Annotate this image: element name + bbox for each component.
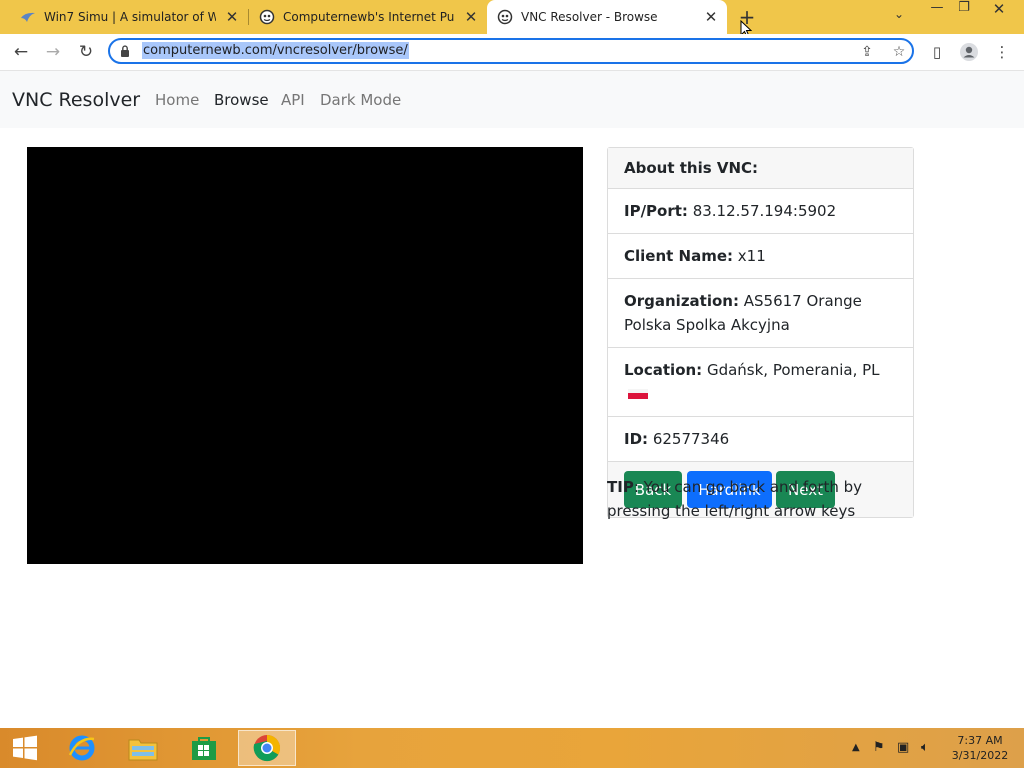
internet-explorer-icon [68, 735, 95, 761]
profile-avatar-icon[interactable] [957, 40, 981, 64]
action-center-flag-icon[interactable]: ⚑ [873, 740, 885, 755]
taskbar-chrome[interactable] [238, 730, 296, 766]
url-selection: computernewb.com/vncresolver/browse/ [142, 42, 409, 59]
taskbar-file-explorer[interactable] [115, 730, 171, 766]
volume-icon[interactable]: 🔈︎ [921, 740, 929, 755]
address-bar[interactable]: computernewb.com/vncresolver/browse/ ⇪ ☆ [108, 38, 914, 64]
tab-title: Win7 Simu | A simulator of Wind [44, 10, 216, 24]
poland-flag-icon [628, 389, 648, 401]
tray-expand-icon[interactable]: ▲ [852, 742, 860, 753]
site-brand[interactable]: VNC Resolver [12, 89, 140, 111]
nav-home[interactable]: Home [155, 91, 199, 109]
network-icon[interactable]: ▣ [897, 740, 909, 755]
close-icon[interactable]: ✕ [224, 9, 240, 25]
tip-text: TIP: You can go back and forth by pressi… [607, 475, 927, 523]
id-value: 62577346 [652, 430, 730, 448]
tab-title: VNC Resolver - Browse [521, 10, 658, 24]
tab-vnc-resolver[interactable]: VNC Resolver - Browse ✕ [487, 0, 727, 34]
nav-dark-mode[interactable]: Dark Mode [320, 91, 401, 109]
url-text[interactable]: computernewb.com/vncresolver/browse/ [142, 42, 409, 59]
windows-taskbar: ▲ ⚑ ▣ 🔈︎ 7:37 AM 3/31/2022 [0, 728, 1024, 768]
computernewb-favicon-icon [497, 9, 513, 25]
client-name-row: Client Name: x11 [608, 234, 913, 279]
close-window-button[interactable]: ✕ [985, 0, 1013, 24]
chrome-icon [253, 734, 281, 762]
clock-time: 7:37 AM [957, 734, 1003, 747]
tab-title: Computernewb's Internet Pub H [283, 10, 455, 24]
site-navbar: VNC Resolver Home Browse API Dark Mode [0, 71, 1024, 128]
nav-browse[interactable]: Browse [214, 91, 269, 109]
ip-port-row: IP/Port: 83.12.57.194:5902 [608, 189, 913, 234]
lock-icon [121, 45, 129, 57]
folder-icon [128, 739, 158, 761]
location-row: Location: Gdańsk, Pomerania, PL [608, 348, 913, 417]
close-icon[interactable]: ✕ [463, 9, 479, 25]
taskbar-internet-explorer[interactable] [54, 730, 110, 766]
browser-tab-strip: Win7 Simu | A simulator of Wind ✕ Comput… [0, 0, 1024, 38]
share-icon[interactable]: ⇪ [858, 43, 876, 61]
star-bookmark-icon[interactable]: ☆ [890, 43, 908, 61]
computernewb-favicon-icon [259, 9, 275, 25]
store-icon [192, 737, 216, 760]
back-arrow-button[interactable]: ← [9, 40, 33, 64]
vnc-screenshot [27, 147, 583, 564]
close-icon[interactable]: ✕ [703, 9, 719, 25]
organization-row: Organization: AS5617 Orange Polska Spolk… [608, 279, 913, 348]
menu-kebab-icon[interactable]: ⋮ [990, 40, 1014, 64]
reload-button[interactable]: ↻ [74, 40, 98, 64]
location-value: Gdańsk, Pomerania, PL [706, 361, 880, 379]
id-row: ID: 62577346 [608, 417, 913, 462]
tip-body: : You can go back and forth by pressing … [607, 478, 863, 520]
client-name-value: x11 [737, 247, 766, 265]
forward-arrow-button[interactable]: → [41, 40, 65, 64]
nav-api[interactable]: API [281, 91, 305, 109]
minimize-button[interactable]: — [925, 0, 949, 24]
tab-win7-simu[interactable]: Win7 Simu | A simulator of Wind ✕ [0, 0, 248, 34]
clock-date: 3/31/2022 [951, 749, 1009, 762]
ip-port-label: IP/Port: [624, 202, 688, 220]
restore-button[interactable]: ❐ [952, 0, 976, 24]
id-label: ID: [624, 430, 649, 448]
card-header: About this VNC: [608, 148, 913, 189]
windows-logo-icon [13, 735, 37, 761]
organization-label: Organization: [624, 292, 739, 310]
location-label: Location: [624, 361, 703, 379]
ip-port-value: 83.12.57.194:5902 [692, 202, 837, 220]
tab-search-dropdown[interactable]: ⌄ [890, 7, 908, 25]
win7simu-favicon-icon [21, 12, 35, 22]
tip-label: TIP [607, 478, 634, 496]
start-button[interactable] [0, 730, 50, 766]
client-name-label: Client Name: [624, 247, 734, 265]
browser-toolbar: ← → ↻ computernewb.com/vncresolver/brows… [0, 34, 1024, 71]
side-panel-icon[interactable]: ▯ [925, 40, 949, 64]
vnc-info-card: About this VNC: IP/Port: 83.12.57.194:59… [607, 147, 914, 518]
tab-computernewb-pub[interactable]: Computernewb's Internet Pub H ✕ [249, 0, 487, 34]
taskbar-store[interactable] [176, 730, 232, 766]
system-clock[interactable]: 7:37 AM 3/31/2022 [940, 733, 1020, 763]
